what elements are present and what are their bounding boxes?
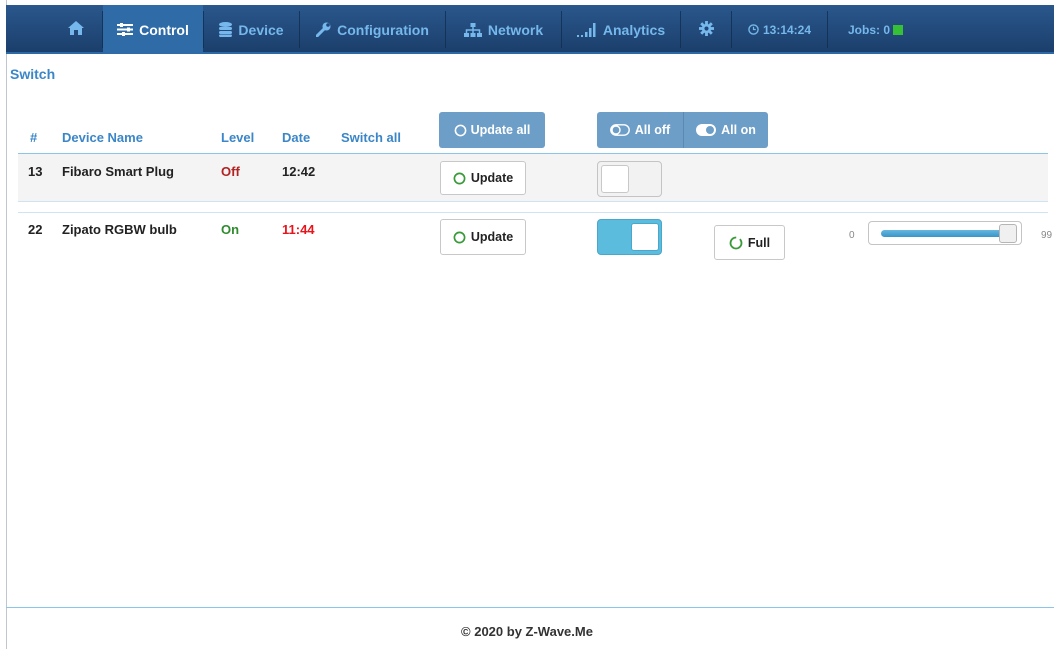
full-label: Full (747, 235, 771, 250)
col-header-date[interactable]: Date (282, 130, 310, 145)
toggle-on-icon (696, 124, 717, 136)
slider-fill (881, 230, 1003, 237)
gear-icon (698, 20, 714, 39)
circle-icon (453, 172, 466, 185)
all-on-button[interactable]: All on (683, 112, 768, 148)
device-date: 11:44 (282, 222, 315, 237)
nav-analytics-label: Analytics (602, 21, 666, 38)
col-header-id: # (30, 130, 38, 145)
all-off-label: All off (634, 123, 671, 137)
device-id: 13 (28, 164, 43, 179)
nav-configuration-label: Configuration (337, 21, 429, 38)
top-navbar: Control Device Configuration Network Ana… (6, 5, 1054, 54)
update-all-button[interactable]: Update all (439, 112, 545, 148)
nav-home[interactable] (50, 5, 102, 54)
col-header-level[interactable]: Level (221, 130, 254, 145)
nav-analytics[interactable]: Analytics (562, 5, 680, 54)
col-header-switch-all: Switch all (341, 130, 401, 145)
page-left-border (6, 0, 7, 649)
nav-control-label: Control (139, 21, 189, 38)
nav-jobs[interactable]: Jobs: 0 (828, 5, 916, 54)
spinner-icon (729, 236, 743, 250)
nav-network[interactable]: Network (446, 5, 561, 54)
all-on-label: All on (721, 123, 756, 137)
device-date: 12:42 (282, 164, 316, 179)
page-title: Switch (10, 66, 56, 82)
slider-handle[interactable] (999, 224, 1017, 243)
update-button[interactable]: Update (440, 219, 526, 255)
slider-min-label: 0 (849, 230, 855, 241)
jobs-label: Jobs: 0 (848, 22, 891, 37)
sitemap-icon (463, 22, 482, 37)
nav-settings[interactable] (681, 5, 731, 54)
database-icon (219, 22, 233, 37)
circle-icon (453, 231, 466, 244)
update-label: Update (470, 230, 514, 244)
jobs-status-indicator (893, 24, 904, 35)
device-name: Fibaro Smart Plug (62, 164, 174, 179)
device-level: On (221, 222, 240, 237)
update-label: Update (470, 171, 514, 185)
update-button[interactable]: Update (440, 161, 526, 195)
nav-network-label: Network (487, 21, 544, 38)
nav-clock: 13:14:24 (732, 5, 827, 54)
device-id: 22 (28, 222, 43, 237)
all-off-button[interactable]: All off (597, 112, 683, 148)
nav-configuration[interactable]: Configuration (300, 5, 445, 54)
wrench-icon (316, 22, 331, 37)
clock-time: 13:14:24 (762, 22, 812, 37)
signal-bars-icon (576, 22, 597, 37)
clock-icon (748, 24, 759, 35)
switch-all-group: All off All on (597, 112, 768, 148)
toggle-knob (601, 165, 629, 193)
switch-toggle[interactable] (597, 219, 662, 255)
footer-divider (6, 607, 1054, 608)
col-header-device-name[interactable]: Device Name (62, 130, 143, 145)
sliders-icon (117, 23, 134, 36)
device-level: Off (221, 164, 240, 179)
device-name: Zipato RGBW bulb (62, 222, 177, 237)
footer: © 2020 by Z-Wave.Me (461, 624, 593, 639)
toggle-off-icon (609, 124, 630, 136)
home-icon (68, 21, 84, 38)
full-button[interactable]: Full (714, 225, 785, 260)
level-slider[interactable] (868, 221, 1022, 245)
switch-toggle[interactable] (597, 161, 662, 197)
nav-device-label: Device (238, 21, 284, 38)
update-all-label: Update all (470, 123, 531, 137)
circle-icon (454, 124, 467, 137)
slider-max-label: 99 (1041, 230, 1053, 241)
nav-control[interactable]: Control (103, 5, 203, 54)
nav-device[interactable]: Device (204, 5, 299, 54)
toggle-knob (631, 223, 659, 251)
